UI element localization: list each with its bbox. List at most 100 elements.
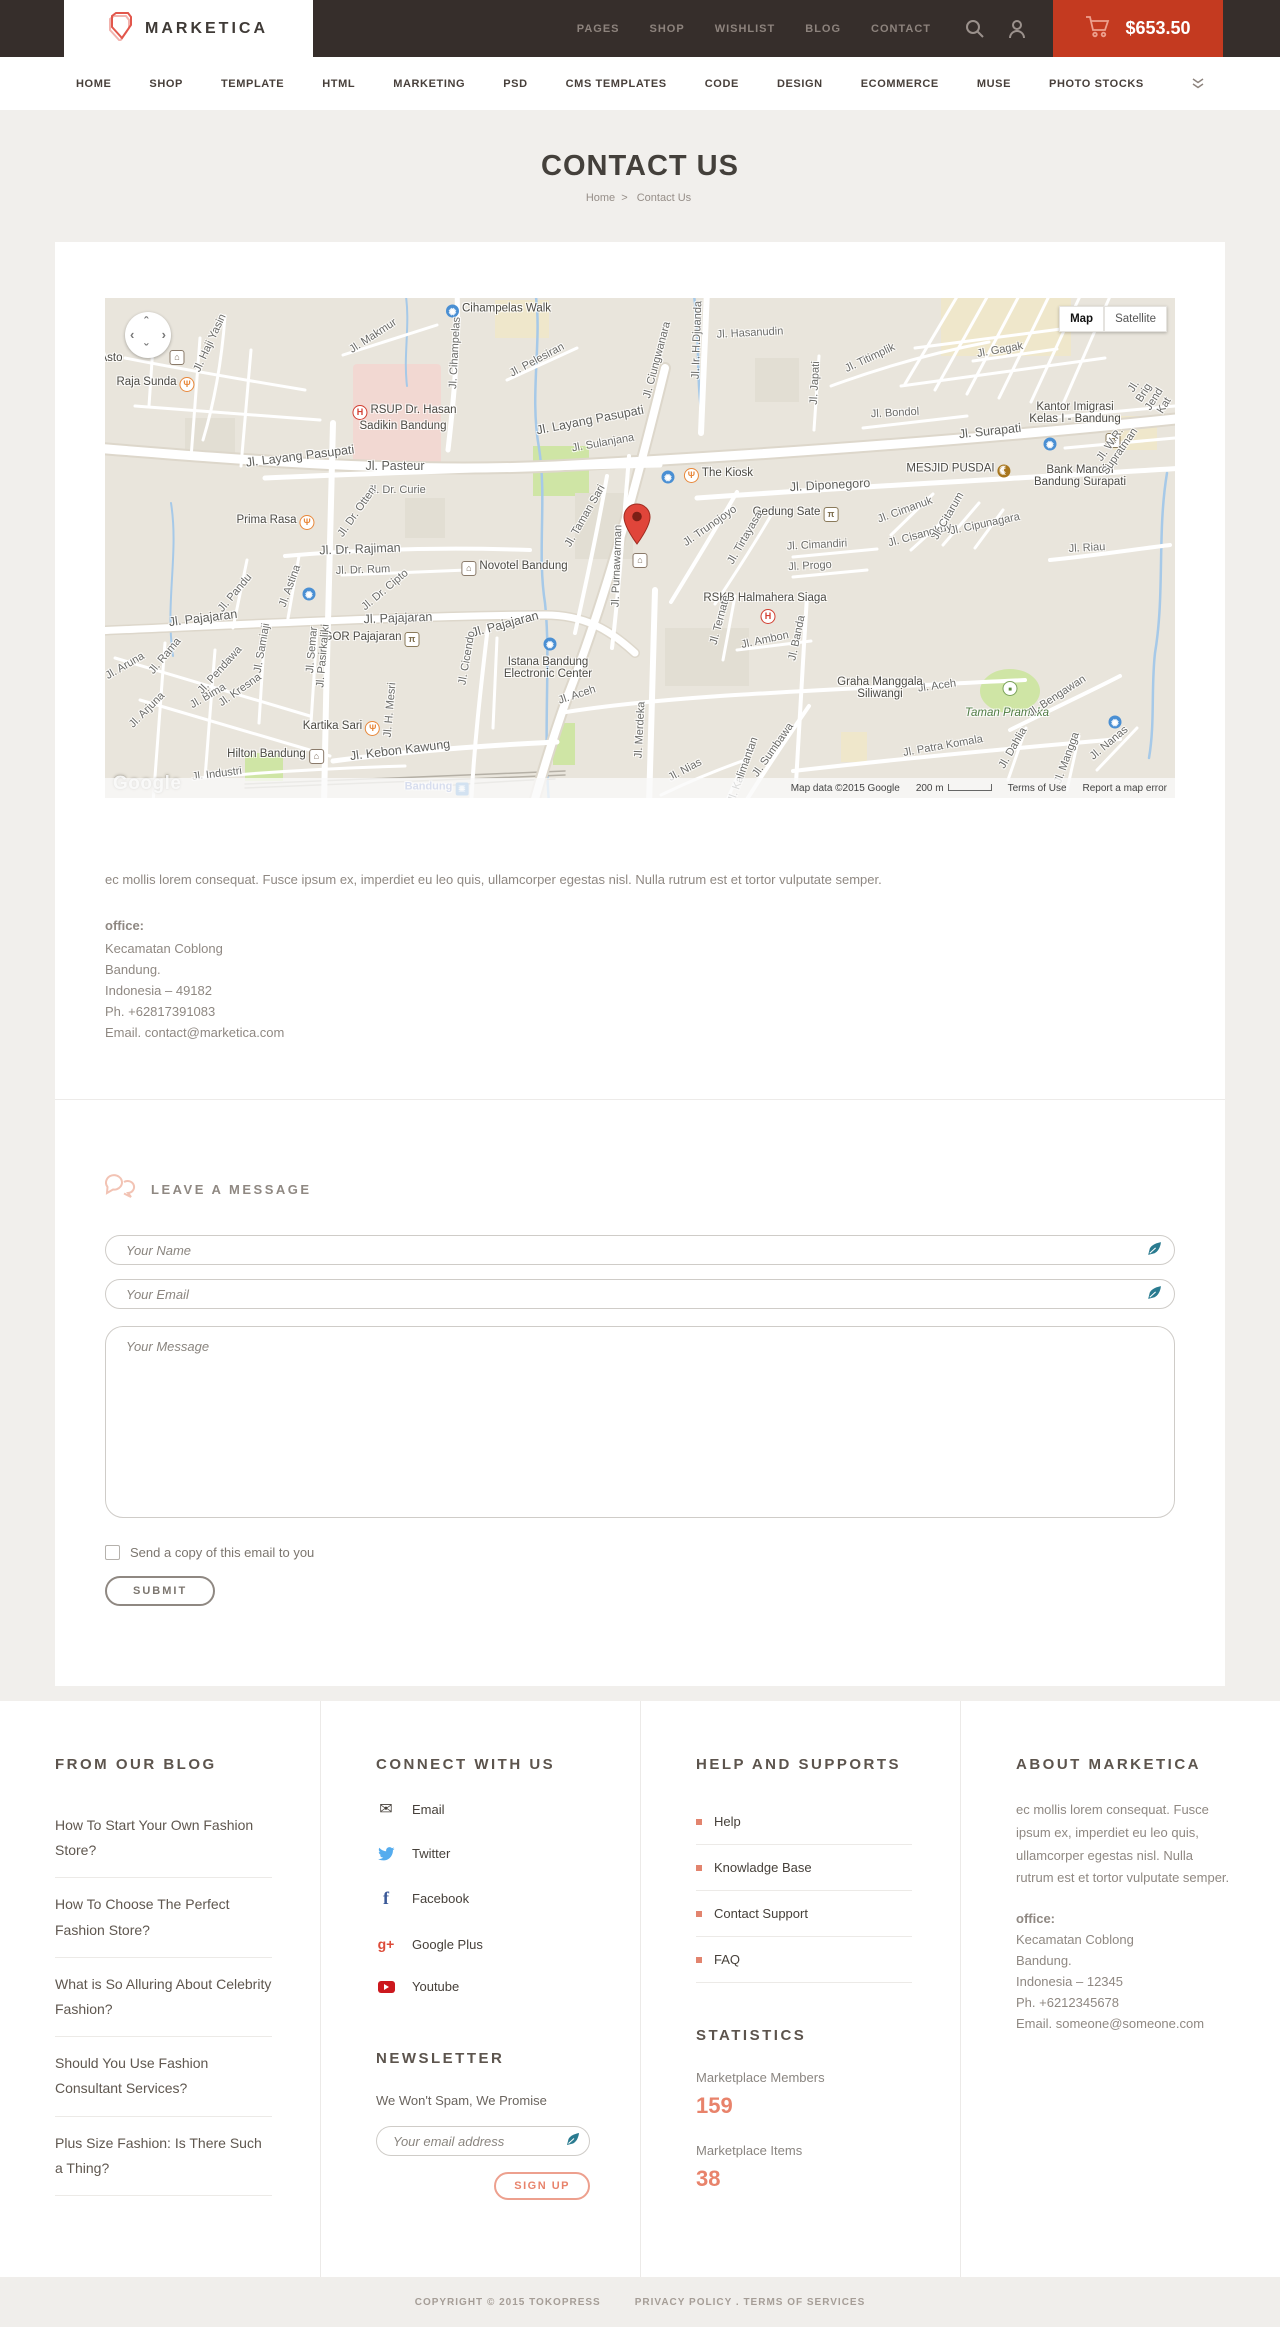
map-marker-pin[interactable] [623,503,651,545]
catnav-home[interactable]: HOME [76,78,111,90]
map-poi-museum-icon [404,632,420,647]
map-poi-shop-icon [661,470,675,484]
map-street-label: Jl. Pajajaran [363,609,433,627]
search-icon[interactable] [965,19,985,39]
footer-help-column: HELP AND SUPPORTS Help Knowladge Base Co… [640,1701,960,2278]
map-type-map-button[interactable]: Map [1059,306,1105,332]
catnav-code[interactable]: CODE [705,78,739,90]
catnav-ecommerce[interactable]: ECOMMERCE [861,78,939,90]
map-poi-shop-icon [1043,437,1057,451]
map-pan-control[interactable]: ˆ ˇ ‹ › [125,312,171,358]
catnav-marketing[interactable]: MARKETING [393,78,465,90]
send-copy-checkbox[interactable] [105,1545,120,1561]
catnav-shop[interactable]: SHOP [149,78,183,90]
header-icon-group [965,19,1027,39]
blog-link[interactable]: How To Start Your Own Fashion Store? [55,1799,272,1879]
map-street-label: Jl. Progo [788,558,832,574]
office-address-block: office: Kecamatan Coblong Bandung. Indon… [105,915,1175,1043]
signup-button[interactable]: SIGN UP [494,2172,590,2201]
map-poi-restaurant-icon [299,515,315,530]
map-type-control: Map Satellite [1059,306,1167,332]
map-poi-label: Kantor Imigrasi Kelas I - Bandung [1029,401,1121,425]
top-nav-pages[interactable]: PAGES [577,23,620,35]
bullet-icon [696,1910,702,1917]
map-poi-mosque-icon [997,464,1011,478]
map-poi-label: Kartika Sari [303,720,383,736]
pan-up-icon[interactable]: ˆ [144,315,148,328]
social-twitter-link[interactable]: Twitter [376,1846,592,1861]
map-poi-label: Cihampelas Walk [443,303,551,318]
catnav-template[interactable]: TEMPLATE [221,78,284,90]
office-line: Indonesia – 49182 [105,982,212,998]
about-office-label: office: [1016,1911,1055,1927]
social-facebook-link[interactable]: f Facebook [376,1888,592,1909]
help-link[interactable]: Help [696,1799,912,1846]
catnav-cms-templates[interactable]: CMS TEMPLATES [566,78,667,90]
office-label: office: [105,917,144,933]
catnav-photo-stocks[interactable]: PHOTO STOCKS [1049,78,1144,90]
map-poi-label: The Kiosk [681,467,753,483]
email-input[interactable] [105,1279,1175,1310]
map-street-label [1106,714,1125,729]
terms-of-services-link[interactable]: TERMS OF SERVICES [743,2297,865,2308]
map-type-satellite-button[interactable]: Satellite [1104,306,1167,332]
pan-down-icon[interactable]: ˇ [144,342,148,355]
office-line: Email. contact@marketica.com [105,1025,285,1041]
google-map[interactable]: Cihampelas WalkJl. HasanudinJl. Haji Yas… [105,298,1175,798]
pan-left-icon[interactable]: ‹ [130,328,134,341]
message-textarea[interactable] [105,1326,1175,1519]
footer-help-heading: HELP AND SUPPORTS [696,1756,902,1774]
map-report-error-link[interactable]: Report a map error [1083,783,1167,794]
twitter-icon [376,1846,396,1861]
footer: FROM OUR BLOG How To Start Your Own Fash… [0,1701,1280,2278]
statistics-heading: STATISTICS [696,2027,807,2045]
catnav-html[interactable]: HTML [322,78,355,90]
about-office-line: Ph. +6212345678 [1016,1995,1120,2011]
brand-logo[interactable]: MARKETICA [64,0,313,57]
map-poi-label: Gedung Sate [753,506,842,522]
map-terms-link[interactable]: Terms of Use [1008,783,1067,794]
cart-button[interactable]: $653.50 [1053,0,1223,57]
stat-items-label: Marketplace Items [696,2143,803,2159]
social-email-link[interactable]: ✉ Email [376,1799,592,1819]
google-plus-icon: g+ [377,1936,395,1953]
catnav-psd[interactable]: PSD [503,78,527,90]
social-youtube-link[interactable]: Youtube [376,1979,592,1994]
map-street-label [1000,680,1021,696]
catnav-muse[interactable]: MUSE [977,78,1011,90]
blog-link[interactable]: Plus Size Fashion: Is There Such a Thing… [55,2117,272,2196]
privacy-policy-link[interactable]: PRIVACY POLICY [635,2297,732,2308]
submit-button[interactable]: SUBMIT [105,1576,216,1607]
pan-right-icon[interactable]: › [162,328,166,341]
breadcrumb-current: Contact Us [636,192,692,204]
help-link[interactable]: Knowladge Base [696,1845,912,1892]
name-input[interactable] [105,1235,1175,1266]
newsletter-email-input[interactable] [376,2126,590,2157]
about-text: ec mollis lorem consequat. Fusce ipsum e… [1016,1802,1230,1886]
blog-link[interactable]: Should You Use Fashion Consultant Servic… [55,2037,272,2117]
top-nav-contact[interactable]: CONTACT [871,23,931,35]
top-nav-blog[interactable]: BLOG [805,23,841,35]
map-poi-label: GOR Pajajaran [324,631,423,647]
map-poi-restaurant-icon [179,377,195,392]
map-poi-label: Istana Bandung Electronic Center [503,656,593,680]
social-googleplus-link[interactable]: g+ Google Plus [376,1936,592,1952]
map-poi-label: MESJID PUSDAI [906,463,1013,478]
bullet-icon [696,1956,702,1963]
stat-members-value: 159 [696,2093,733,2119]
breadcrumb-home[interactable]: Home [586,192,615,204]
top-nav-wishlist[interactable]: WISHLIST [715,23,776,35]
catnav-design[interactable]: DESIGN [777,78,823,90]
help-link[interactable]: Contact Support [696,1891,912,1938]
map-street-label: Jl. Bondol [870,405,920,421]
blog-link[interactable]: How To Choose The Perfect Fashion Store? [55,1878,272,1958]
user-account-icon[interactable] [1007,19,1027,39]
top-nav-shop[interactable]: SHOP [650,23,685,35]
map-street-label: Jl. Pasteur [365,459,425,473]
blog-link[interactable]: What is So Alluring About Celebrity Fash… [55,1958,272,2038]
about-office-block: office: Kecamatan Coblong Bandung. Indon… [1016,1908,1232,2034]
help-link[interactable]: FAQ [696,1937,912,1984]
office-line: Kecamatan Coblong [105,940,223,956]
chevron-down-icon[interactable] [1192,77,1204,90]
chat-bubbles-icon [105,1174,137,1205]
